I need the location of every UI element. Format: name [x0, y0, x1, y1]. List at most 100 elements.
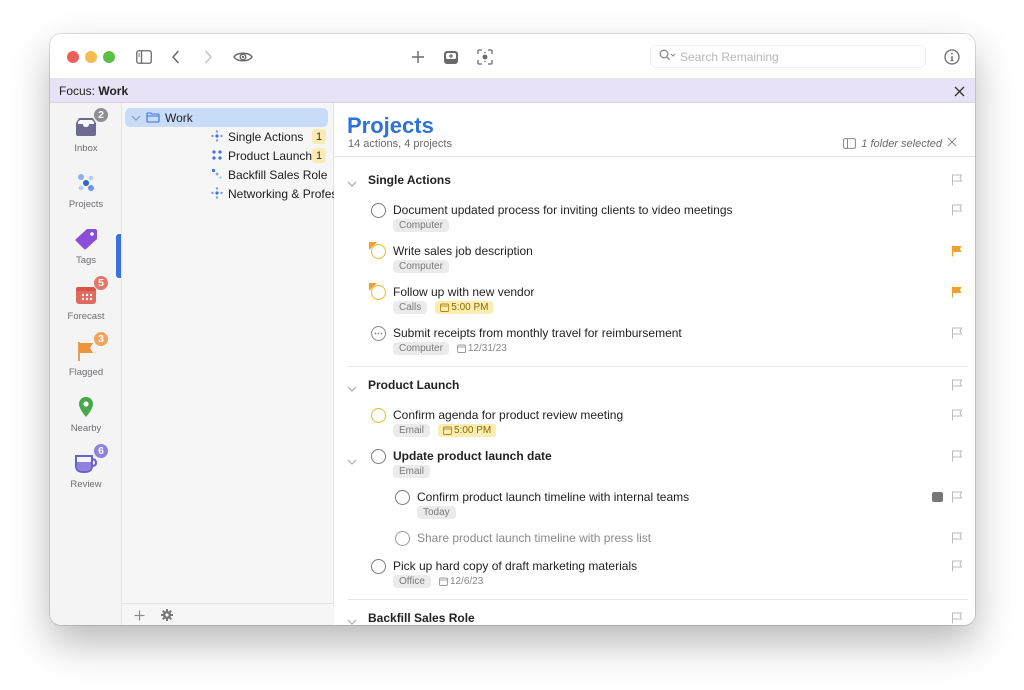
settings-gear-icon[interactable]	[159, 607, 175, 623]
task-row[interactable]: Follow up with new vendor Calls 5:00 PM	[334, 283, 966, 325]
status-circle[interactable]	[371, 203, 386, 218]
view-options-eye-icon[interactable]	[231, 45, 255, 69]
due-time: 5:00 PM	[454, 424, 492, 436]
perspectives-rail: 2 Inbox Projects Tags 5 Forecast 3 Flagg…	[50, 103, 122, 625]
project-section-backfill-sales-role[interactable]: Backfill Sales Role	[334, 607, 966, 625]
disclosure-chevron-icon[interactable]	[347, 613, 357, 625]
sidebar-folder-work[interactable]: Work	[125, 108, 328, 127]
toolbar	[50, 34, 975, 79]
sidebar-project-product-launch[interactable]: Product Launch 1	[122, 146, 334, 165]
task-title[interactable]: Confirm product launch timeline with int…	[417, 490, 689, 504]
defer-date[interactable]: 12/31/23	[456, 343, 507, 354]
flag-filled-icon[interactable]	[951, 286, 963, 298]
add-plus-icon[interactable]	[131, 607, 147, 623]
task-title[interactable]: Share product launch timeline with press…	[417, 531, 651, 545]
task-title[interactable]: Document updated process for inviting cl…	[393, 203, 733, 217]
forecast-badge: 5	[93, 275, 109, 291]
due-time: 5:00 PM	[451, 301, 489, 313]
disclosure-chevron-icon[interactable]	[347, 380, 357, 398]
task-title[interactable]: Write sales job description	[393, 244, 533, 258]
context-tag[interactable]: Computer	[393, 342, 449, 355]
task-title[interactable]: Submit receipts from monthly travel for …	[393, 326, 682, 340]
flag-outline-icon[interactable]	[951, 532, 963, 544]
flag-outline-icon[interactable]	[951, 450, 963, 462]
perspective-review[interactable]: 6 Review	[50, 443, 122, 501]
forecast-icon	[76, 287, 96, 304]
task-row[interactable]: Share product launch timeline with press…	[334, 531, 966, 553]
single-actions-icon	[210, 129, 224, 143]
task-title[interactable]: Pick up hard copy of draft marketing mat…	[393, 559, 637, 573]
flag-outline-icon[interactable]	[951, 204, 963, 216]
disclosure-chevron-icon[interactable]	[347, 175, 357, 193]
context-tag[interactable]: Today	[417, 506, 456, 519]
task-row[interactable]: Submit receipts from monthly travel for …	[334, 326, 966, 366]
inspector-info-icon[interactable]	[940, 45, 964, 69]
exit-focus-close-icon[interactable]	[951, 83, 967, 99]
search-input[interactable]	[680, 49, 910, 64]
close-window-button[interactable]	[67, 51, 79, 63]
perspective-tags[interactable]: Tags	[50, 225, 122, 277]
task-row[interactable]: Document updated process for inviting cl…	[334, 203, 966, 243]
flag-outline-icon[interactable]	[951, 379, 963, 391]
sidebar-toggle-icon[interactable]	[132, 45, 156, 69]
task-group-row[interactable]: Update product launch date Email	[334, 449, 966, 489]
sidebar-project-backfill-sales-role[interactable]: Backfill Sales Role	[122, 165, 334, 184]
context-tag[interactable]: Office	[393, 575, 431, 588]
flag-outline-icon[interactable]	[951, 409, 963, 421]
status-circle[interactable]	[371, 449, 386, 464]
flagged-badge: 3	[93, 331, 109, 347]
project-section-single-actions[interactable]: Single Actions	[334, 169, 966, 191]
context-tag[interactable]: Computer	[393, 219, 449, 232]
due-date-pill[interactable]: 5:00 PM	[435, 301, 494, 314]
sidebar-project-single-actions[interactable]: Single Actions 1	[122, 127, 334, 146]
new-action-plus-icon[interactable]	[406, 45, 430, 69]
task-row[interactable]: Confirm product launch timeline with int…	[334, 490, 966, 530]
flag-outline-icon[interactable]	[951, 612, 963, 624]
context-tag[interactable]: Computer	[393, 260, 449, 273]
due-date-pill[interactable]: 5:00 PM	[438, 424, 497, 437]
context-tag[interactable]: Email	[393, 465, 431, 478]
perspective-flagged[interactable]: 3 Flagged	[50, 331, 122, 389]
flag-outline-icon[interactable]	[951, 491, 963, 503]
perspective-inbox[interactable]: 2 Inbox	[50, 107, 122, 165]
task-title[interactable]: Confirm agenda for product review meetin…	[393, 408, 623, 422]
back-chevron-icon[interactable]	[164, 45, 188, 69]
calendar-icon	[456, 344, 466, 353]
context-tag[interactable]: Email	[393, 424, 431, 437]
status-circle[interactable]	[371, 559, 386, 574]
task-row[interactable]: Write sales job description Computer	[334, 242, 966, 284]
note-icon[interactable]	[932, 492, 943, 502]
flag-filled-icon[interactable]	[951, 245, 963, 257]
status-circle[interactable]	[395, 531, 410, 546]
minimize-window-button[interactable]	[85, 51, 97, 63]
flag-outline-icon[interactable]	[951, 560, 963, 572]
section-divider	[348, 599, 968, 600]
status-circle[interactable]	[371, 408, 386, 423]
sidebar-project-networking[interactable]: Networking & Professional Development	[122, 184, 376, 203]
flag-outline-icon[interactable]	[951, 174, 963, 186]
task-title[interactable]: Follow up with new vendor	[393, 285, 534, 299]
perspective-projects[interactable]: Projects	[50, 169, 122, 221]
deferred-status-circle[interactable]	[371, 326, 386, 341]
defer-date[interactable]: 12/6/23	[438, 576, 483, 587]
perspective-label: Forecast	[67, 311, 105, 322]
perspective-nearby[interactable]: Nearby	[50, 393, 122, 445]
project-section-product-launch[interactable]: Product Launch	[334, 374, 966, 396]
perspective-forecast[interactable]: 5 Forecast	[50, 275, 122, 333]
search-icon	[659, 48, 676, 66]
status-circle[interactable]	[395, 490, 410, 505]
flag-outline-icon[interactable]	[951, 327, 963, 339]
zoom-window-button[interactable]	[103, 51, 115, 63]
disclosure-chevron-icon[interactable]	[347, 453, 357, 471]
search-field[interactable]	[650, 45, 926, 68]
quick-entry-inbox-icon[interactable]	[439, 45, 463, 69]
disclosure-chevron-icon[interactable]	[131, 111, 141, 125]
focus-icon[interactable]	[473, 45, 497, 69]
task-row[interactable]: Pick up hard copy of draft marketing mat…	[334, 559, 966, 599]
context-tag[interactable]: Calls	[393, 301, 428, 314]
task-title[interactable]: Update product launch date	[393, 449, 552, 463]
task-row[interactable]: Confirm agenda for product review meetin…	[334, 408, 966, 448]
forward-chevron-icon[interactable]	[196, 45, 220, 69]
clear-selection-close-icon[interactable]	[947, 137, 957, 150]
section-title: Backfill Sales Role	[368, 611, 475, 625]
